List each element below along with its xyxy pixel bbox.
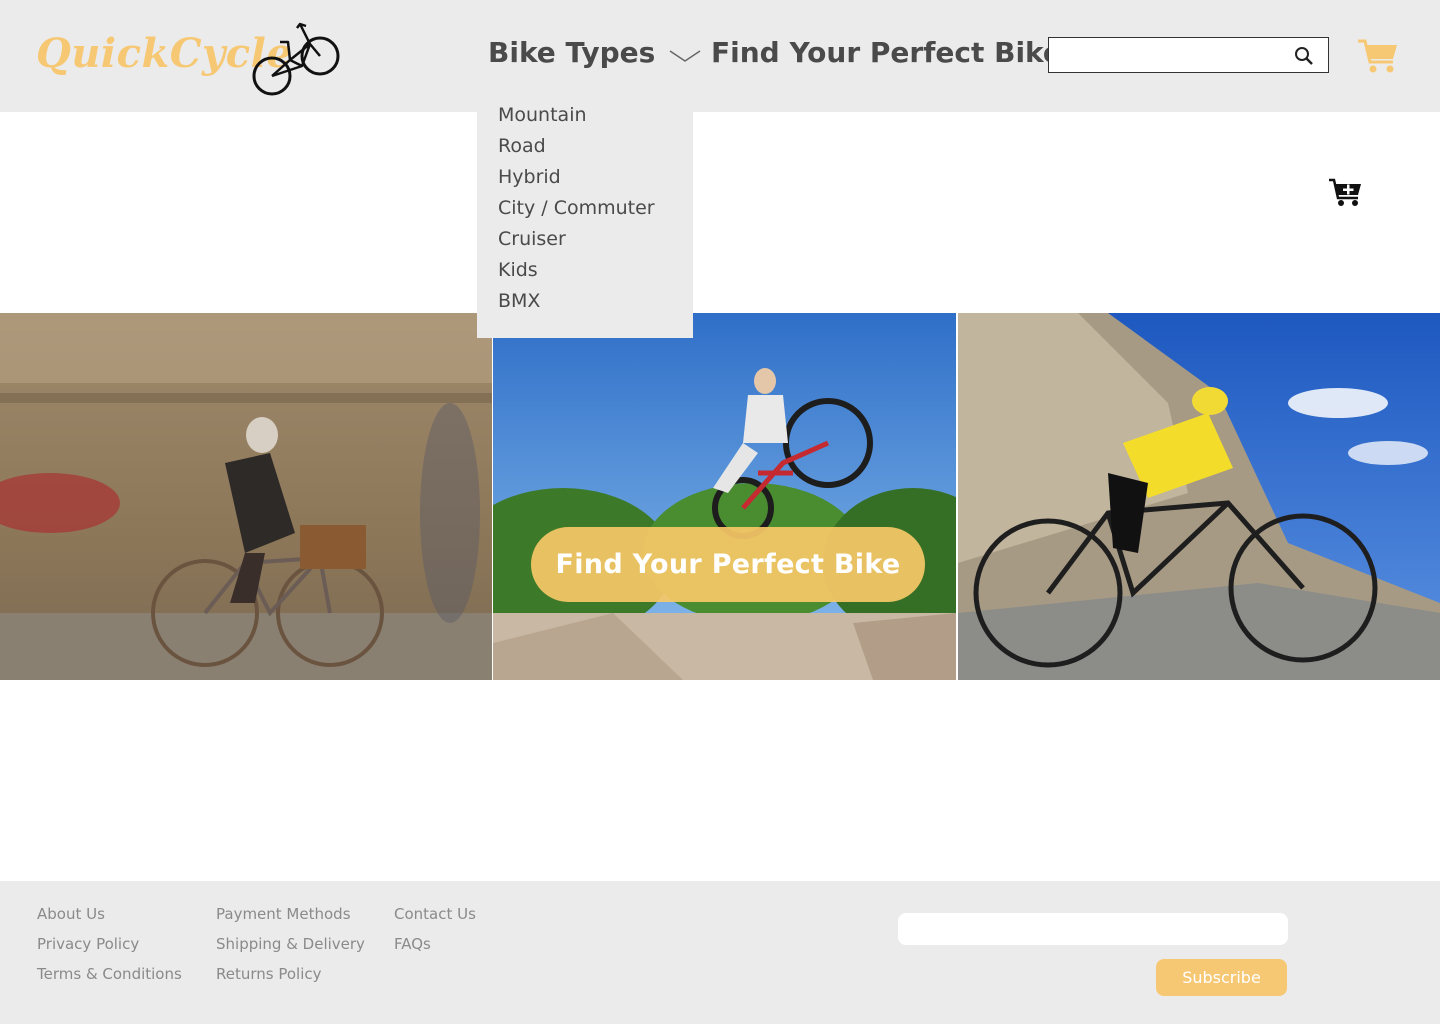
- footer-link-contact-us[interactable]: Contact Us: [394, 905, 476, 923]
- bike-types-dropdown: Mountain Road Hybrid City / Commuter Cru…: [477, 104, 693, 338]
- dropdown-item-city-commuter[interactable]: City / Commuter: [498, 197, 655, 219]
- chevron-down-icon[interactable]: [669, 49, 701, 63]
- footer-link-privacy-policy[interactable]: Privacy Policy: [37, 935, 139, 953]
- search-input[interactable]: [1049, 38, 1289, 72]
- footer-link-faqs[interactable]: FAQs: [394, 935, 431, 953]
- site-header: QuickCycle Bike Types Find Your Perfect …: [0, 0, 1440, 112]
- find-bike-cta-button[interactable]: Find Your Perfect Bike: [531, 527, 925, 602]
- nav-bike-types[interactable]: Bike Types: [488, 36, 701, 69]
- footer-link-returns-policy[interactable]: Returns Policy: [216, 965, 322, 983]
- dropdown-item-mountain[interactable]: Mountain: [498, 104, 587, 126]
- dropdown-item-cruiser[interactable]: Cruiser: [498, 228, 566, 250]
- photo-road-cyclist: [958, 313, 1440, 680]
- newsletter-email-input[interactable]: [898, 913, 1288, 945]
- search-icon[interactable]: [1294, 46, 1314, 66]
- footer-link-shipping-delivery[interactable]: Shipping & Delivery: [216, 935, 365, 953]
- photo-city-commuter: [0, 313, 492, 680]
- nav-find-bike[interactable]: Find Your Perfect Bike: [711, 36, 1062, 69]
- photo-bmx-jump: [493, 313, 956, 680]
- subscribe-button[interactable]: Subscribe: [1156, 959, 1287, 996]
- cart-icon[interactable]: [1357, 38, 1399, 74]
- bicycle-logo-icon[interactable]: [250, 20, 342, 98]
- dropdown-item-kids[interactable]: Kids: [498, 259, 538, 281]
- add-to-cart-icon[interactable]: [1328, 176, 1362, 208]
- dropdown-item-road[interactable]: Road: [498, 135, 546, 157]
- dropdown-item-hybrid[interactable]: Hybrid: [498, 166, 561, 188]
- footer-link-payment-methods[interactable]: Payment Methods: [216, 905, 351, 923]
- footer-link-about-us[interactable]: About Us: [37, 905, 105, 923]
- search-box: [1048, 37, 1329, 73]
- footer-link-terms-conditions[interactable]: Terms & Conditions: [37, 965, 182, 983]
- dropdown-item-bmx[interactable]: BMX: [498, 290, 540, 312]
- nav-bike-types-label: Bike Types: [488, 36, 656, 69]
